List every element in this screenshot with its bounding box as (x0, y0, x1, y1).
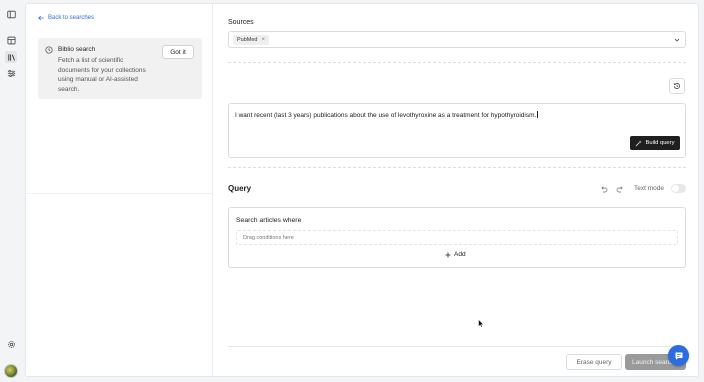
section-divider (228, 167, 686, 168)
info-title: Biblio search (58, 46, 96, 53)
documents-icon[interactable] (5, 34, 17, 46)
history-icon (45, 46, 53, 54)
source-chip-label: PubMed (237, 37, 258, 43)
text-mode-label: Text mode (634, 185, 664, 192)
settings-icon[interactable] (5, 338, 17, 350)
build-query-label: Build query (645, 140, 675, 146)
query-builder: Search articles where Drag conditions he… (228, 207, 686, 268)
left-pane: Back to searches Biblio search Fetch a l… (26, 4, 213, 376)
avatar[interactable] (4, 364, 18, 378)
undo-icon[interactable] (600, 185, 608, 193)
text-caret (537, 111, 539, 118)
chevron-down-icon[interactable] (674, 37, 680, 43)
ai-prompt-input[interactable]: I want recent (last 3 years) publication… (228, 103, 686, 158)
erase-query-button[interactable]: Erase query (566, 354, 622, 370)
footer-divider (228, 346, 686, 347)
got-it-button[interactable]: Got it (162, 45, 194, 59)
icon-rail (0, 0, 22, 382)
toggle-knob (672, 185, 679, 192)
text-mode-toggle[interactable] (671, 184, 686, 193)
plus-icon (445, 252, 451, 257)
add-label: Add (454, 251, 466, 258)
dropzone-placeholder: Drag conditions here (243, 234, 294, 241)
chat-support-button[interactable] (668, 345, 689, 366)
add-condition-button[interactable]: Add (445, 251, 466, 258)
section-divider (228, 62, 686, 63)
info-description: Fetch a list of scientific documents for… (58, 57, 146, 93)
history-icon (673, 83, 680, 89)
build-query-button[interactable]: Build query (630, 136, 680, 150)
library-icon[interactable] (5, 51, 17, 63)
sidebar-toggle-icon[interactable] (5, 8, 17, 20)
back-to-searches-link[interactable]: Back to searches (38, 15, 94, 21)
chip-remove-icon[interactable]: × (262, 37, 266, 43)
conditions-dropzone[interactable]: Drag conditions here (236, 230, 678, 245)
query-title: Query (228, 184, 252, 193)
builder-title: Search articles where (236, 217, 302, 224)
sparkle-icon (636, 140, 642, 146)
chat-icon (675, 352, 682, 360)
arrow-left-icon (38, 15, 44, 21)
main-card: Back to searches Biblio search Fetch a l… (25, 3, 699, 377)
sources-select[interactable]: PubMed × (228, 31, 686, 48)
info-box: Biblio search Fetch a list of scientific… (38, 38, 202, 99)
history-button[interactable] (669, 78, 685, 94)
prompt-text: I want recent (last 3 years) publication… (235, 112, 537, 119)
back-link-label: Back to searches (48, 15, 95, 21)
source-chip[interactable]: PubMed × (233, 35, 270, 45)
sources-label: Sources (228, 19, 254, 26)
mouse-cursor-icon (478, 319, 484, 328)
redo-icon[interactable] (616, 185, 624, 193)
filters-icon[interactable] (5, 67, 17, 79)
left-divider (26, 193, 212, 194)
